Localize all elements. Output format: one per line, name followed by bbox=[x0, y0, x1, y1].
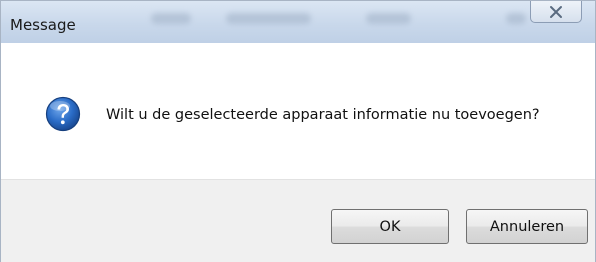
message-area: Wilt u de geselecteerde apparaat informa… bbox=[1, 43, 595, 179]
close-icon bbox=[550, 5, 562, 18]
blurred-title-detail bbox=[506, 13, 526, 24]
message-text: Wilt u de geselecteerde apparaat informa… bbox=[106, 107, 540, 123]
blurred-title-detail bbox=[366, 13, 411, 24]
button-bar: OK Annuleren bbox=[1, 179, 595, 262]
cancel-button[interactable]: Annuleren bbox=[466, 209, 588, 244]
message-dialog: Message Wilt u de geselecteerde apparaat… bbox=[0, 0, 596, 262]
window-title: Message bbox=[10, 16, 76, 34]
ok-button[interactable]: OK bbox=[331, 209, 449, 244]
title-bar[interactable]: Message bbox=[1, 1, 595, 43]
blurred-title-detail bbox=[151, 13, 191, 24]
close-button[interactable] bbox=[530, 1, 582, 23]
blurred-title-detail bbox=[226, 13, 311, 24]
question-icon bbox=[45, 96, 81, 132]
